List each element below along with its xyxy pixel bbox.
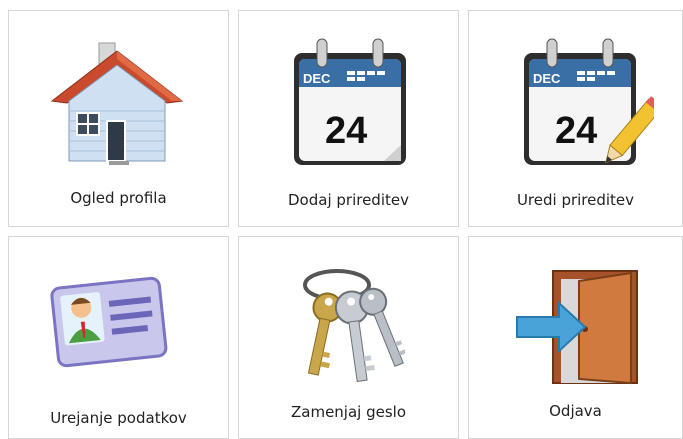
tile-label: Urejanje podatkov	[50, 409, 187, 427]
calendar-month: DEC	[303, 71, 331, 86]
calendar-day: 24	[555, 110, 597, 152]
id-card-icon	[49, 273, 169, 373]
tile-ogled-profila[interactable]: Ogled profila	[8, 10, 229, 227]
calendar-day: 24	[325, 110, 367, 152]
tile-label: Ogled profila	[70, 189, 167, 207]
calendar-edit-icon: DEC 24	[519, 35, 654, 175]
tile-uredi-prireditev[interactable]: DEC 24 Uredi prireditev	[468, 10, 683, 227]
tile-label: Zamenjaj geslo	[290, 403, 407, 421]
tile-zamenjaj-geslo[interactable]: Zamenjaj geslo	[238, 236, 459, 439]
tile-odjava[interactable]: Odjava	[468, 236, 683, 439]
calendar-icon: DEC 24	[289, 35, 414, 175]
tile-dodaj-prireditev[interactable]: DEC 24 Dodaj prireditev	[238, 10, 459, 227]
tile-label: Uredi prireditev	[516, 191, 635, 209]
calendar-month: DEC	[533, 71, 561, 86]
exit-door-icon	[513, 267, 643, 387]
house-icon	[47, 41, 187, 166]
tile-label: Odjava	[549, 402, 602, 420]
tile-urejanje-podatkov[interactable]: Urejanje podatkov	[8, 236, 229, 439]
keys-icon	[295, 261, 405, 391]
tile-label: Dodaj prireditev	[288, 191, 409, 209]
